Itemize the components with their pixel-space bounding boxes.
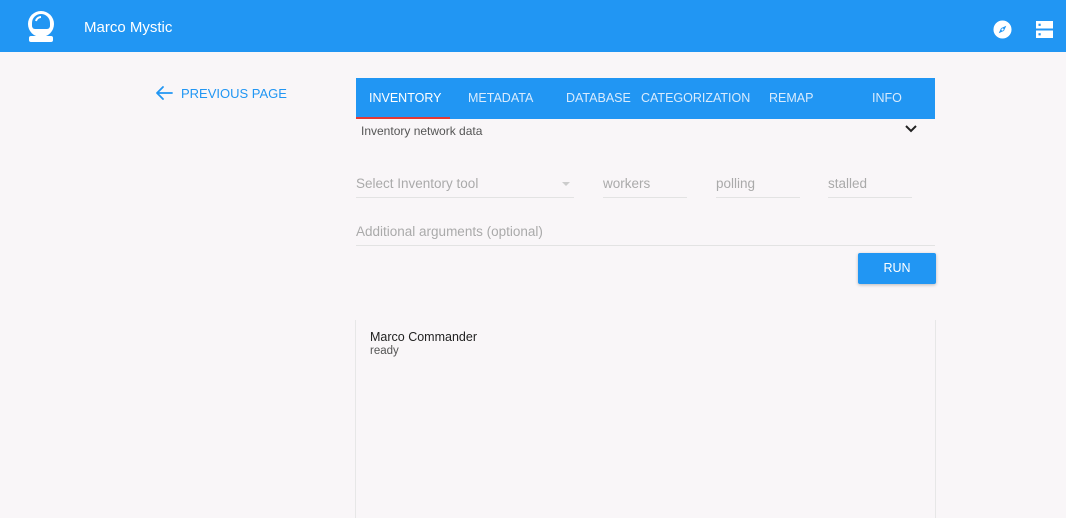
astronaut-helmet-icon[interactable]: [25, 10, 57, 43]
additional-arguments-placeholder: Additional arguments (optional): [356, 224, 543, 239]
polling-placeholder: polling: [716, 176, 756, 191]
tab-bar: INVENTORY METADATA DATABASE CATEGORIZATI…: [356, 78, 935, 119]
dropdown-arrow-icon: [562, 182, 570, 186]
previous-page-link[interactable]: PREVIOUS PAGE: [155, 85, 287, 101]
inventory-type-value: Inventory network data: [361, 124, 483, 138]
workers-placeholder: workers: [603, 176, 651, 191]
additional-arguments-input[interactable]: Additional arguments (optional): [356, 224, 935, 246]
stalled-placeholder: stalled: [828, 176, 868, 191]
app-title: Marco Mystic: [84, 19, 173, 36]
console-title: Marco Commander: [370, 330, 477, 344]
tab-inventory[interactable]: INVENTORY: [369, 78, 441, 119]
run-button[interactable]: RUN: [858, 253, 936, 284]
tab-categorization[interactable]: CATEGORIZATION: [641, 78, 750, 119]
console-status: ready: [370, 345, 399, 357]
output-console[interactable]: Marco Commander ready: [355, 320, 936, 518]
inventory-type-select[interactable]: Inventory network data: [356, 119, 935, 141]
inventory-tool-select[interactable]: Select Inventory tool: [356, 176, 574, 198]
polling-input[interactable]: polling: [716, 176, 800, 198]
tab-remap[interactable]: REMAP: [769, 78, 813, 119]
server-icon[interactable]: [1036, 21, 1053, 38]
arrow-left-icon: [156, 86, 173, 100]
tab-metadata[interactable]: METADATA: [468, 78, 533, 119]
compass-icon[interactable]: [993, 20, 1012, 39]
chevron-down-icon: [905, 125, 917, 133]
tab-info[interactable]: INFO: [872, 78, 902, 119]
tab-database[interactable]: DATABASE: [566, 78, 631, 119]
previous-page-label: PREVIOUS PAGE: [181, 85, 287, 101]
inventory-tool-placeholder: Select Inventory tool: [356, 176, 479, 191]
top-app-bar: Marco Mystic: [0, 0, 1066, 52]
workers-input[interactable]: workers: [603, 176, 687, 198]
stalled-input[interactable]: stalled: [828, 176, 912, 198]
